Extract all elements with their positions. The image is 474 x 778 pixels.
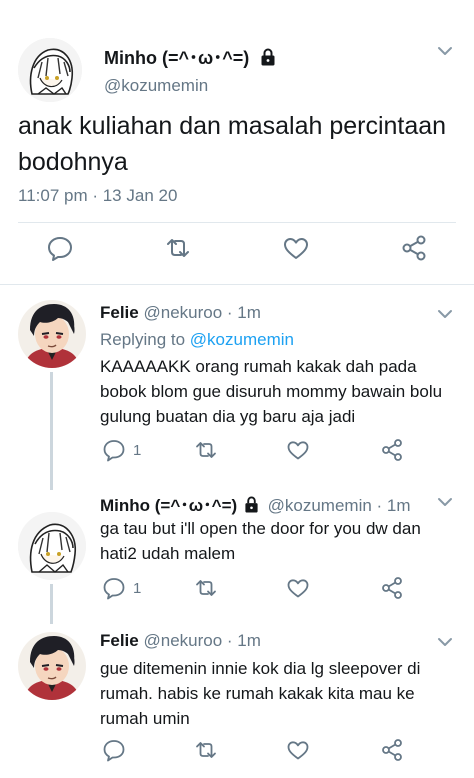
reply-icon[interactable] (102, 438, 126, 462)
reply-count: 1 (133, 442, 142, 459)
tweet-age[interactable]: · 1m (227, 631, 261, 650)
share-icon[interactable] (400, 234, 428, 262)
author-name[interactable]: Minho (=^･ω･^=) (104, 44, 276, 71)
reply-count: 1 (133, 580, 142, 597)
retweet-icon[interactable] (194, 576, 218, 600)
divider (0, 284, 474, 285)
author-display-name: Minho (=^･ω･^=) (104, 48, 250, 68)
author-handle[interactable]: @kozumemin (104, 76, 208, 96)
chevron-down-icon[interactable] (434, 491, 456, 513)
share-icon[interactable] (380, 438, 404, 462)
like-icon[interactable] (286, 738, 310, 762)
replying-to-link[interactable]: @kozumemin (190, 330, 294, 349)
tweet-actions: 1 (100, 438, 474, 468)
author-handle[interactable]: @kozumemin (268, 496, 372, 515)
retweet-icon[interactable] (194, 438, 218, 462)
share-icon[interactable] (380, 738, 404, 762)
replying-to: Replying to @kozumemin (100, 330, 294, 350)
avatar[interactable] (18, 632, 86, 700)
chevron-down-icon[interactable] (434, 631, 456, 653)
author-handle[interactable]: @nekuroo (143, 631, 222, 650)
main-tweet-header: Minho (=^･ω･^=) @kozumemin (18, 18, 474, 102)
like-icon[interactable] (286, 438, 310, 462)
share-icon[interactable] (380, 576, 404, 600)
avatar[interactable] (18, 38, 82, 102)
tweet-actions: 1 (100, 576, 474, 606)
like-icon[interactable] (282, 234, 310, 262)
reply-icon[interactable] (102, 576, 126, 600)
like-icon[interactable] (286, 576, 310, 600)
tweet-actions (0, 234, 474, 274)
tweet-text: KAAAAAKK orang rumah kakak dah pada bobo… (100, 357, 443, 426)
author-display-name[interactable]: Felie (100, 631, 139, 650)
lock-icon (260, 48, 276, 71)
tweet-text: gue ditemenin innie kok dia lg sleepover… (100, 659, 421, 728)
chevron-down-icon[interactable] (434, 40, 456, 62)
replying-to-label: Replying to (100, 330, 190, 349)
chevron-down-icon[interactable] (434, 303, 456, 325)
tweet-age[interactable]: · 1m (227, 303, 261, 322)
author-display-name[interactable]: Minho (=^･ω･^=) (100, 496, 237, 515)
tweet-text: anak kuliahan dan masalah percintaan bod… (18, 112, 447, 176)
retweet-icon[interactable] (164, 234, 192, 262)
reply-header: Minho (=^･ω･^=) @kozumemin · 1m (100, 491, 411, 518)
avatar[interactable] (18, 300, 86, 368)
avatar[interactable] (18, 512, 86, 580)
reply-icon[interactable] (102, 738, 126, 762)
author-display-name[interactable]: Felie (100, 303, 139, 322)
retweet-icon[interactable] (194, 738, 218, 762)
reply-header: Felie @nekuroo · 1m (100, 303, 261, 323)
reply-icon[interactable] (46, 234, 74, 262)
thread-line (50, 372, 53, 490)
tweet-timestamp[interactable]: 11:07 pm · 13 Jan 20 (18, 186, 177, 206)
author-handle[interactable]: @nekuroo (143, 303, 222, 322)
divider (18, 222, 456, 223)
thread-line (50, 584, 53, 624)
tweet-age[interactable]: · 1m (377, 496, 411, 515)
tweet-text: ga tau but i'll open the door for you dw… (100, 519, 421, 563)
lock-icon (244, 496, 259, 518)
tweet-actions (100, 738, 474, 768)
reply-header: Felie @nekuroo · 1m (100, 631, 261, 651)
